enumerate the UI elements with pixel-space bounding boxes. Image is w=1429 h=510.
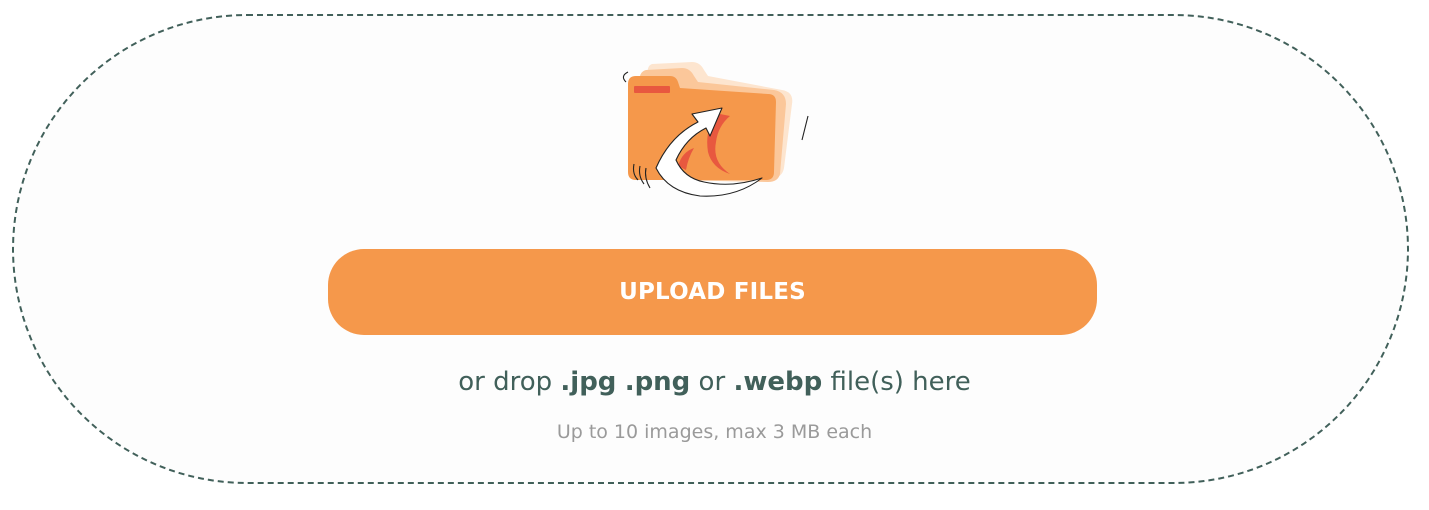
upload-limits-text: Up to 10 images, max 3 MB each (556, 421, 873, 443)
ext-jpg: .jpg (560, 367, 617, 397)
drop-hint: or drop .jpg .png or .webp file(s) here (0, 362, 1429, 402)
drop-hint-space (616, 367, 624, 397)
drop-hint-suffix: file(s) here (822, 367, 971, 397)
ext-png: .png (624, 367, 691, 397)
upload-files-button[interactable]: UPLOAD FILES (328, 249, 1097, 335)
folder-upload-icon (622, 62, 809, 197)
drop-hint-prefix: or drop (458, 367, 561, 397)
upload-page: UPLOAD FILES or drop .jpg .png or .webp … (0, 0, 1429, 510)
ext-webp: .webp (733, 367, 823, 397)
drop-hint-middle: or (690, 367, 734, 397)
